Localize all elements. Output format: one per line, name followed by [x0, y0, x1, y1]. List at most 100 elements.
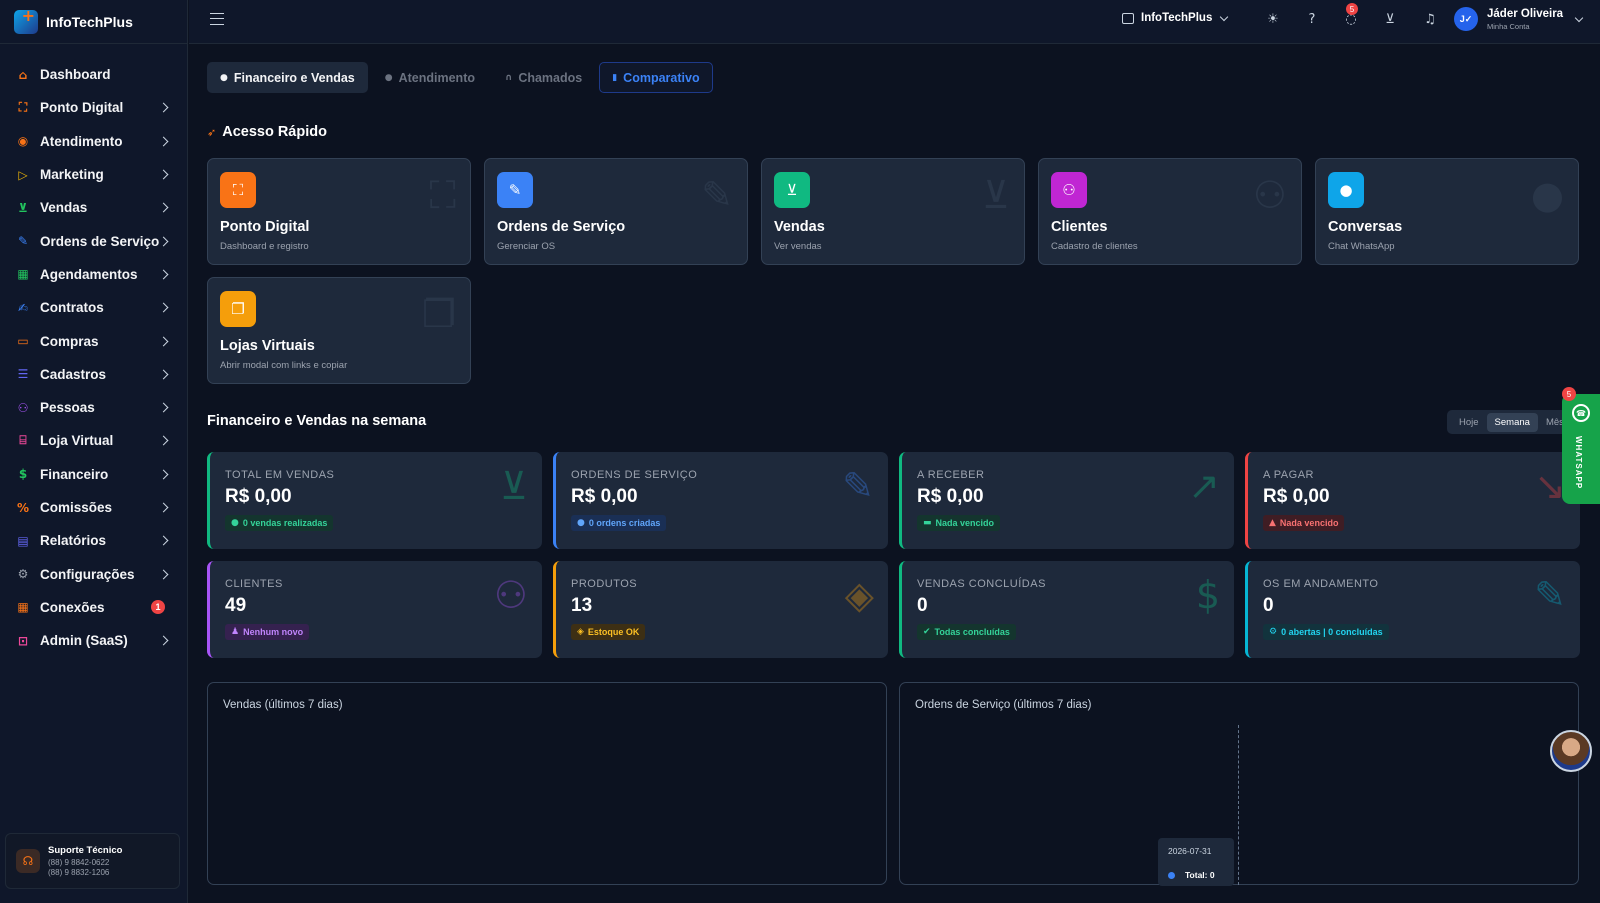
stat-chip-text: Nenhum novo — [243, 627, 304, 637]
topbar: InfoTechPlus ☀ ? ◌ 5 ⊻ ♫ J✓ Jáder Olivei… — [189, 0, 1600, 44]
users-icon: ⚇ — [1051, 172, 1087, 208]
chart-title: Ordens de Serviço (últimos 7 dias) — [915, 699, 1092, 711]
chevron-down-icon — [1574, 13, 1584, 22]
chevron-right-icon — [158, 369, 169, 380]
assistant-avatar[interactable] — [1550, 730, 1592, 772]
quick-access-title: ➶ Acesso Rápido — [207, 124, 327, 140]
money-icon: ▬ — [923, 518, 932, 528]
calendar-icon: ▦ — [17, 267, 29, 282]
signature-icon: ✍ — [17, 300, 29, 315]
stat-chip-text: 0 vendas realizadas — [242, 518, 328, 528]
period-selector: Hoje Semana Mês — [1447, 410, 1571, 434]
stat-clientes[interactable]: CLIENTES 49 ♟ Nenhum novo ⚇ — [207, 561, 542, 658]
quick-card-title: Ponto Digital — [220, 219, 310, 235]
sidebar-item-relatorios[interactable]: ▤ Relatórios — [0, 524, 187, 557]
quick-card-subtitle: Dashboard e registro — [220, 241, 309, 252]
week-section-title: Financeiro e Vendas na semana — [207, 413, 427, 429]
sidebar-item-label: Agendamentos — [40, 266, 138, 282]
stat-label: VENDAS CONCLUÍDAS — [917, 578, 1046, 590]
quick-card-vendas[interactable]: ⊻ ⊻ Vendas Ver vendas — [761, 158, 1025, 265]
sidebar-item-vendas[interactable]: ⊻ Vendas — [0, 191, 187, 224]
quick-card-conversas[interactable]: ● ● Conversas Chat WhatsApp — [1315, 158, 1579, 265]
copy-bg-icon: ❐ — [421, 292, 456, 336]
dollar-circle-bg-icon: $ — [1195, 573, 1220, 617]
stat-chip: ◈ Estoque OK — [571, 624, 646, 640]
sidebar-item-label: Relatórios — [40, 533, 107, 549]
period-today[interactable]: Hoje — [1451, 413, 1487, 432]
stat-label: TOTAL EM VENDAS — [225, 469, 335, 481]
sales-chart: Vendas (últimos 7 dias) — [207, 682, 887, 885]
company-selector[interactable]: InfoTechPlus — [1122, 12, 1229, 24]
sidebar-item-ordens-de-servico[interactable]: ✎ Ordens de Serviço — [0, 224, 187, 257]
bell-icon[interactable]: ♫ — [1422, 11, 1438, 27]
sidebar-item-configuracoes[interactable]: ⚙ Configurações — [0, 557, 187, 590]
sidebar-item-comissoes[interactable]: % Comissões — [0, 491, 187, 524]
sidebar-item-agendamentos[interactable]: ▦ Agendamentos — [0, 258, 187, 291]
support-card[interactable]: ☊ Suporte Técnico (88) 9 8842-0622 (88) … — [5, 833, 180, 889]
section-title-text: Acesso Rápido — [222, 124, 327, 140]
headset-icon: ∩ — [505, 72, 513, 83]
sidebar-item-contratos[interactable]: ✍ Contratos — [0, 291, 187, 324]
sidebar-item-loja-virtual[interactable]: ⌸ Loja Virtual — [0, 424, 187, 457]
info-icon: ● — [220, 72, 228, 83]
chevron-right-icon — [158, 102, 169, 113]
headset-icon: ☊ — [16, 849, 40, 873]
quick-card-ponto-digital[interactable]: ⛶ ⛶ Ponto Digital Dashboard e registro — [207, 158, 471, 265]
sidebar-item-pessoas[interactable]: ⚇ Pessoas — [0, 391, 187, 424]
people-icon: ⚇ — [17, 400, 29, 415]
sidebar-item-label: Conexões — [40, 599, 105, 615]
quick-card-ordens-de-servico[interactable]: ✎ ✎ Ordens de Serviço Gerenciar OS — [484, 158, 748, 265]
stat-chip-text: 0 abertas | 0 concluídas — [1281, 627, 1383, 637]
stat-chip-text: Estoque OK — [587, 627, 640, 637]
stat-ordens-servico[interactable]: ORDENS DE SERVIÇO R$ 0,00 ● 0 ordens cria… — [553, 452, 888, 549]
sidebar-item-atendimento[interactable]: ◉ Atendimento — [0, 125, 187, 158]
stat-total-vendas[interactable]: TOTAL EM VENDAS R$ 0,00 ● 0 vendas realiz… — [207, 452, 542, 549]
wrench-icon: ✎ — [17, 234, 29, 249]
sun-icon[interactable]: ☀ — [1265, 11, 1281, 27]
stat-produtos[interactable]: PRODUTOS 13 ◈ Estoque OK ◈ — [553, 561, 888, 658]
sidebar-item-financeiro[interactable]: $ Financeiro — [0, 458, 187, 491]
stat-a-receber[interactable]: A RECEBER R$ 0,00 ▬ Nada vencido ↗ — [899, 452, 1234, 549]
stat-label: A PAGAR — [1263, 469, 1314, 481]
quick-card-subtitle: Gerenciar OS — [497, 241, 556, 252]
cart-icon[interactable]: ⊻ — [1382, 11, 1398, 27]
chart-hover-line — [1238, 725, 1239, 885]
sidebar-item-compras[interactable]: ▭ Compras — [0, 324, 187, 357]
warning-icon: ▲ — [1269, 518, 1276, 528]
chevron-right-icon — [158, 469, 169, 480]
help-icon[interactable]: ? — [1304, 11, 1320, 27]
chevron-right-icon — [158, 569, 169, 580]
chat-icon: ◉ — [17, 134, 29, 149]
sidebar-item-cadastros[interactable]: ☰ Cadastros — [0, 358, 187, 391]
stat-vendas-concluidas[interactable]: VENDAS CONCLUÍDAS 0 ✔ Todas concluídas $ — [899, 561, 1234, 658]
sidebar-item-dashboard[interactable]: ⌂ Dashboard — [0, 58, 187, 91]
tab-comparativo[interactable]: ▮ Comparativo — [599, 62, 713, 93]
megaphone-icon: ▷ — [18, 167, 28, 182]
tab-chamados[interactable]: ∩ Chamados — [492, 62, 595, 93]
whatsapp-widget[interactable]: ☎ WHATSAPP — [1562, 394, 1600, 504]
sidebar-item-conexoes[interactable]: ▦ Conexões 1 — [0, 591, 187, 624]
tab-atendimento[interactable]: ● Atendimento — [372, 62, 488, 93]
brand[interactable]: InfoTechPlus — [0, 0, 187, 44]
sidebar-item-admin-saas[interactable]: ⊡ Admin (SaaS) — [0, 624, 187, 657]
user-plus-icon: ♟ — [231, 627, 240, 637]
whatsapp-widget-label: WHATSAPP — [1574, 436, 1583, 490]
sidebar-nav: ⌂ Dashboard ⛶ Ponto Digital ◉ Atendimento ▷… — [0, 44, 187, 657]
stat-chip: ● 0 vendas realizadas — [225, 515, 334, 531]
sidebar-item-marketing[interactable]: ▷ Marketing — [0, 158, 187, 191]
quick-card-lojas-virtuais[interactable]: ❐ ❐ Lojas Virtuais Abrir modal com links… — [207, 277, 471, 384]
user-menu[interactable]: J✓ Jáder Oliveira Minha Conta — [1454, 7, 1584, 31]
stat-a-pagar[interactable]: A PAGAR R$ 0,00 ▲ Nada vencido ↘ — [1245, 452, 1580, 549]
stat-os-em-andamento[interactable]: OS EM ANDAMENTO 0 ⚙ 0 abertas | 0 concluí… — [1245, 561, 1580, 658]
chart-title: Vendas (últimos 7 dias) — [223, 699, 343, 711]
quick-card-clientes[interactable]: ⚇ ⚇ Clientes Cadastro de clientes — [1038, 158, 1302, 265]
hamburger-menu-icon[interactable] — [210, 13, 224, 25]
sidebar-item-ponto-digital[interactable]: ⛶ Ponto Digital — [0, 91, 187, 124]
tab-financeiro-vendas[interactable]: ● Financeiro e Vendas — [207, 62, 368, 93]
quick-card-title: Clientes — [1051, 219, 1108, 235]
chevron-right-icon — [158, 136, 169, 147]
period-week[interactable]: Semana — [1486, 412, 1538, 432]
sidebar-item-label: Dashboard — [40, 67, 111, 83]
chevron-right-icon — [158, 635, 169, 646]
chevron-right-icon — [158, 302, 169, 313]
